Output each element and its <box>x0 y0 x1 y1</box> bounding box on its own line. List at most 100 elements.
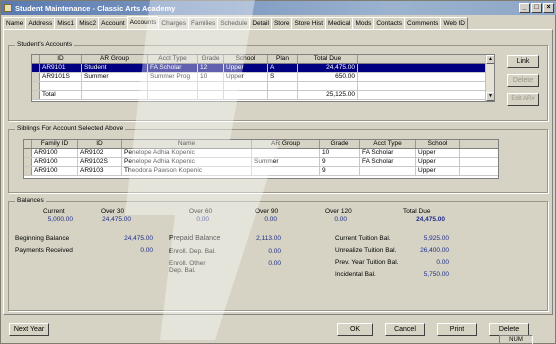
cell-sibling-id[interactable]: AR9103 <box>78 167 122 175</box>
cell-sibling-grade[interactable]: 10 <box>320 149 360 157</box>
app-icon <box>4 4 12 12</box>
beginning-balance-value: 24,475.00 <box>124 235 153 242</box>
tab-schedule[interactable]: Schedule <box>217 17 251 29</box>
unrealize-tuition-bal-label: Unrealize Tuition Bal. <box>335 247 397 254</box>
tab-address[interactable]: Address <box>25 17 56 29</box>
col-header-sibling-grade[interactable]: Grade <box>320 140 360 148</box>
col-header-school[interactable]: School <box>224 55 268 63</box>
cell-family-id[interactable]: AR9100 <box>32 158 78 166</box>
cell-sibling-ar-group[interactable] <box>252 167 320 175</box>
payments-received-label: Payments Received <box>15 247 73 254</box>
col-header-total-due[interactable]: Total Due <box>298 55 358 63</box>
tab-detail[interactable]: Detail <box>249 17 272 29</box>
cell-acct-type[interactable]: FA Scholar <box>148 64 198 72</box>
col-header-family-id[interactable]: Family ID <box>32 140 78 148</box>
cell-name[interactable]: Penelope Adhia Kopenic <box>122 158 252 166</box>
tab-charges[interactable]: Charges <box>158 17 189 29</box>
cell-school[interactable]: Upper <box>224 64 268 72</box>
cell-ar-group[interactable]: Summer <box>82 73 148 81</box>
tab-contacts[interactable]: Contacts <box>373 17 405 29</box>
col-header-sibling-id[interactable]: ID <box>78 140 122 148</box>
cell-family-id[interactable]: AR9100 <box>32 149 78 157</box>
tab-mods[interactable]: Mods <box>352 17 375 29</box>
close-button[interactable]: × <box>543 3 554 13</box>
cell-sibling-school[interactable]: Upper <box>416 167 460 175</box>
cell-sibling-id[interactable]: AR9102 <box>78 149 122 157</box>
incidental-bal-value: 5,750.00 <box>423 271 449 278</box>
print-button[interactable]: Print <box>437 323 477 336</box>
col-header-plan[interactable]: Plan <box>268 55 298 63</box>
account-row-empty[interactable] <box>32 82 494 91</box>
tab-accounts[interactable]: Accounts <box>126 16 160 29</box>
col-header-ar-group[interactable]: AR Group <box>82 55 148 63</box>
cell-total-due[interactable]: 650.00 <box>298 73 358 81</box>
tab-account[interactable]: Account <box>98 17 128 29</box>
student-accounts-group: Student's Accounts ID AR Group Acct Type… <box>8 41 548 121</box>
edit-ar-button[interactable]: Edit AR# <box>507 93 539 106</box>
cell-name[interactable]: Theodora Pawson Kopenic <box>122 167 252 175</box>
delete-account-button[interactable]: Delete <box>507 74 539 87</box>
tab-store-hist[interactable]: Store Hist <box>291 17 327 29</box>
cell-grade[interactable]: 12 <box>198 64 224 72</box>
prepaid-balance-value: 2,113.00 <box>256 235 281 242</box>
cell-sibling-ar-group[interactable] <box>252 149 320 157</box>
unrealize-tuition-bal-value: 26,400.00 <box>420 247 449 254</box>
cell-total-due[interactable]: 24,475.00 <box>298 64 358 72</box>
aging-current-label: Current <box>43 208 65 215</box>
aging-over120-label: Over 120 <box>325 208 352 215</box>
link-button[interactable]: Link <box>507 55 539 68</box>
cell-sibling-acct-type[interactable] <box>360 167 416 175</box>
cell-grade[interactable]: 10 <box>198 73 224 81</box>
cell-sibling-id[interactable]: AR9102S <box>78 158 122 166</box>
tab-families[interactable]: Families <box>188 17 219 29</box>
cell-sibling-acct-type[interactable]: FA Scholar <box>360 149 416 157</box>
cell-plan[interactable]: S <box>268 73 298 81</box>
tab-misc2[interactable]: Misc2 <box>76 17 100 29</box>
col-header-id[interactable]: ID <box>40 55 82 63</box>
scroll-down-arrow-icon[interactable]: ▼ <box>486 92 494 101</box>
cell-ar-group[interactable]: Student <box>82 64 148 72</box>
tab-web-id[interactable]: Web ID <box>440 17 468 29</box>
tab-medical[interactable]: Medical <box>325 17 354 29</box>
cell-sibling-ar-group[interactable]: Summer <box>252 158 320 166</box>
sibling-row[interactable]: AR9100 AR9103 Theodora Pawson Kopenic 9 … <box>24 167 498 176</box>
ok-button[interactable]: OK <box>337 323 373 336</box>
cell-acct-type[interactable]: Summer Prog <box>148 73 198 81</box>
cell-name[interactable]: Penelope Adhia Kopenic <box>122 149 252 157</box>
tab-store[interactable]: Store <box>270 17 293 29</box>
next-year-button[interactable]: Next Year <box>9 323 49 336</box>
account-row[interactable]: AR9101S Summer Summer Prog 10 Upper S 65… <box>32 73 494 82</box>
cancel-button[interactable]: Cancel <box>385 323 425 336</box>
scroll-up-arrow-icon[interactable]: ▲ <box>486 55 494 64</box>
prev-year-tuition-bal-value: 0.00 <box>436 259 449 266</box>
cell-plan[interactable]: A <box>268 64 298 72</box>
sibling-row[interactable]: AR9100 AR9102 Penelope Adhia Kopenic 10 … <box>24 149 498 158</box>
tab-name[interactable]: Name <box>3 17 27 29</box>
accounts-scrollbar[interactable]: ▲ ▼ <box>485 55 494 101</box>
aging-current-value: 5,000.00 <box>47 216 73 223</box>
tab-comments[interactable]: Comments <box>404 17 442 29</box>
accounts-grid: ID AR Group Acct Type Grade School Plan … <box>31 54 495 102</box>
cell-sibling-acct-type[interactable]: FA Scholar <box>360 158 416 166</box>
cell-sibling-school[interactable]: Upper <box>416 149 460 157</box>
col-header-sibling-school[interactable]: School <box>416 140 460 148</box>
maximize-button[interactable]: □ <box>531 3 542 13</box>
cell-sibling-grade[interactable]: 9 <box>320 167 360 175</box>
col-header-name[interactable]: Name <box>122 140 252 148</box>
account-row[interactable]: AR9101 Student FA Scholar 12 Upper A 24,… <box>32 64 494 73</box>
cell-sibling-school[interactable]: Upper <box>416 158 460 166</box>
cell-id[interactable]: AR9101S <box>40 73 82 81</box>
sibling-row[interactable]: AR9100 AR9102S Penelope Adhia Kopenic Su… <box>24 158 498 167</box>
cell-id[interactable]: AR9101 <box>40 64 82 72</box>
col-header-sibling-ar-group[interactable]: AR Group <box>252 140 320 148</box>
col-header-sibling-acct-type[interactable]: Acct Type <box>360 140 416 148</box>
cell-family-id[interactable]: AR9100 <box>32 167 78 175</box>
tab-misc1[interactable]: Misc1 <box>54 17 78 29</box>
col-header-acct-type[interactable]: Acct Type <box>148 55 198 63</box>
siblings-grid: Family ID ID Name AR Group Grade Acct Ty… <box>23 139 499 179</box>
col-header-grade[interactable]: Grade <box>198 55 224 63</box>
cell-school[interactable]: Upper <box>224 73 268 81</box>
minimize-button[interactable]: _ <box>519 3 530 13</box>
cell-sibling-grade[interactable]: 9 <box>320 158 360 166</box>
accounts-panel: Student's Accounts ID AR Group Acct Type… <box>3 29 553 315</box>
